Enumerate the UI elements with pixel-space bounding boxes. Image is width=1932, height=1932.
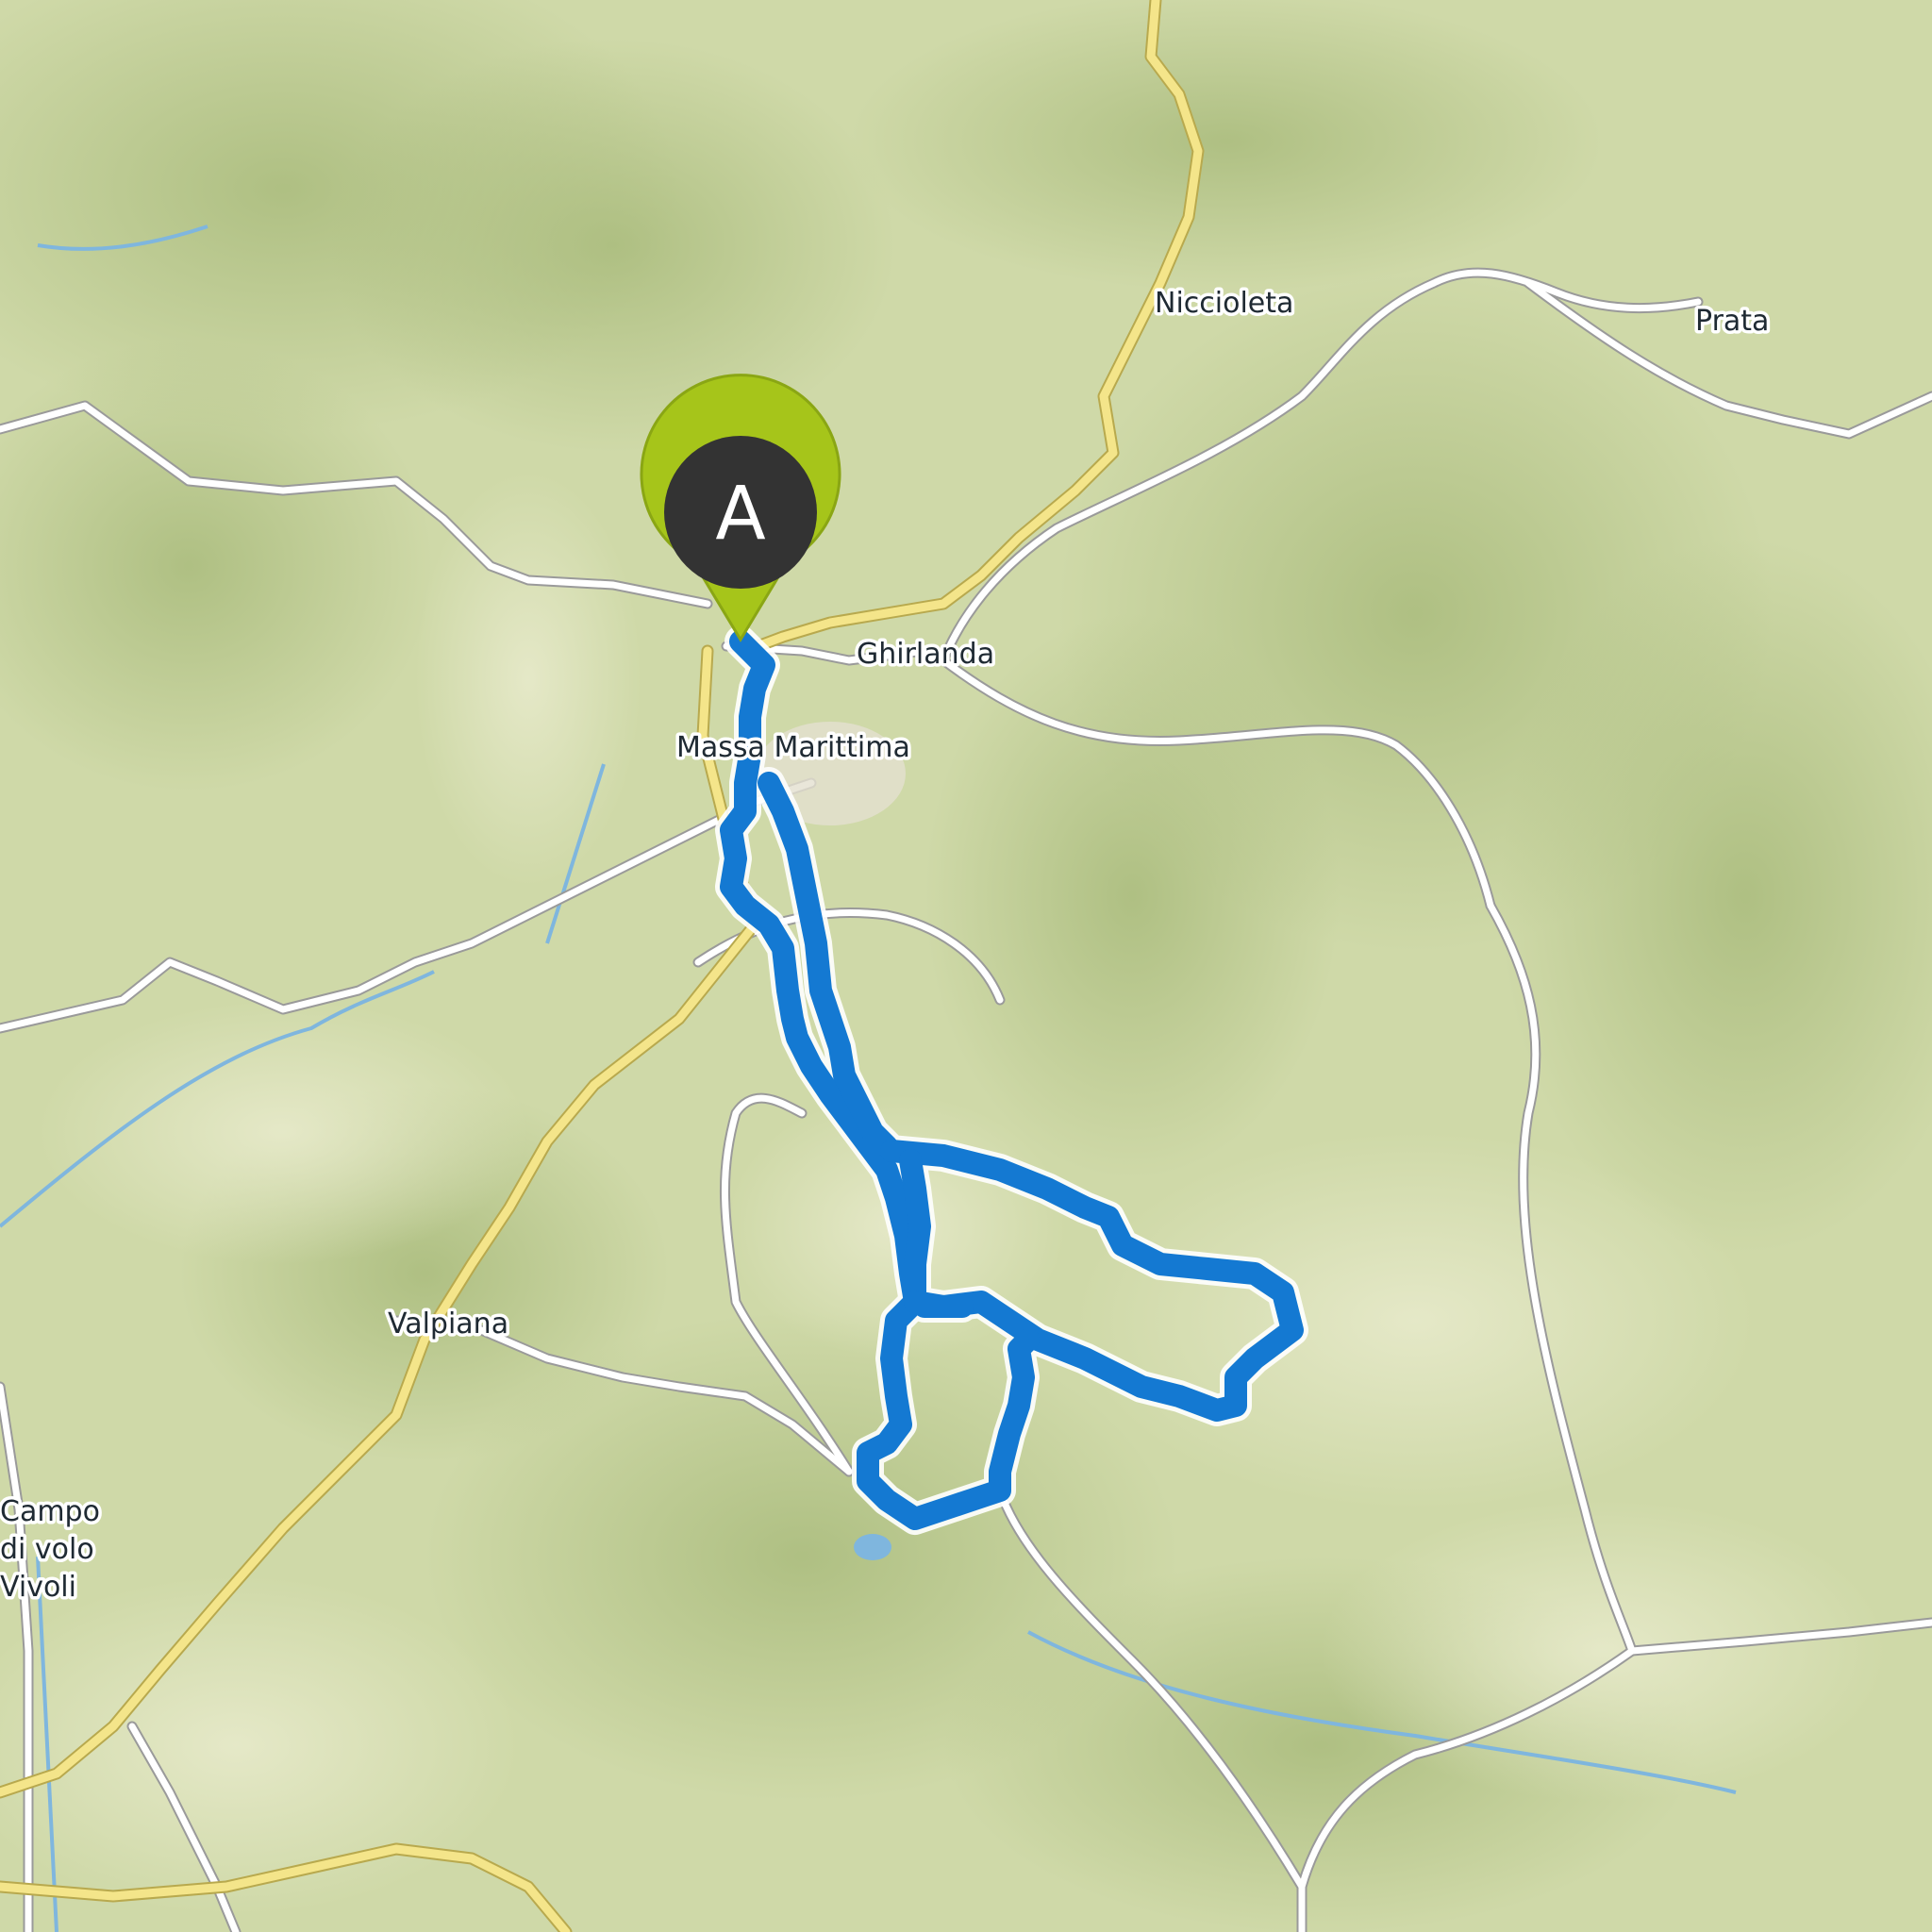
start-marker-label: A xyxy=(715,472,765,557)
place-label-valpiana[interactable]: Valpiana xyxy=(385,1305,512,1344)
place-label-campo-di-volo-line1[interactable]: Campo xyxy=(0,1492,103,1532)
map-svg: Niccioleta Prata Ghirlanda Massa Maritti… xyxy=(0,0,1932,1932)
place-label-campo-di-volo-line3[interactable]: Vivoli xyxy=(0,1568,79,1607)
lake xyxy=(854,1534,891,1560)
place-label-ghirlanda[interactable]: Ghirlanda xyxy=(854,635,998,675)
place-label-campo-di-volo-line2[interactable]: di volo xyxy=(0,1530,97,1570)
map-canvas[interactable]: Niccioleta Prata Ghirlanda Massa Maritti… xyxy=(0,0,1932,1932)
place-label-massa-marittima[interactable]: Massa Marittima xyxy=(674,728,914,768)
route-segment-junction xyxy=(904,1291,974,1318)
place-label-niccioleta[interactable]: Niccioleta xyxy=(1152,284,1297,324)
place-label-prata[interactable]: Prata xyxy=(1692,302,1773,341)
